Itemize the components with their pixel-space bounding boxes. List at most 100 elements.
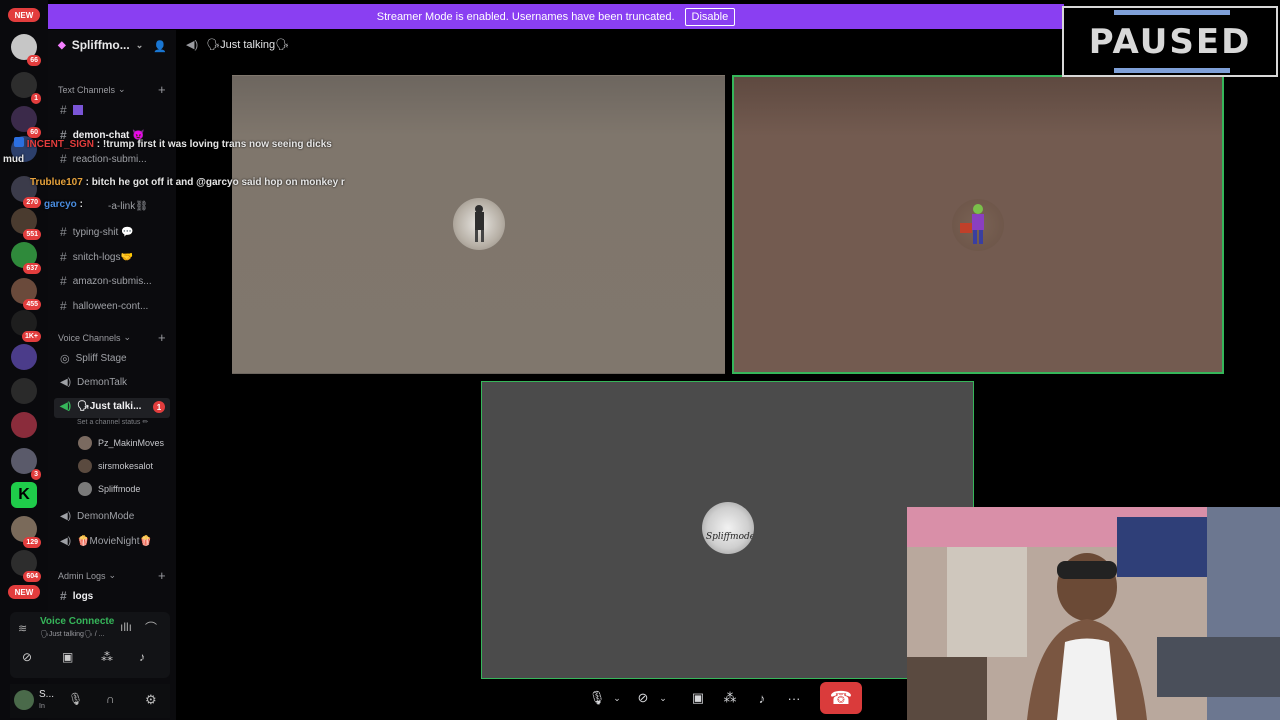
more-button[interactable]: ··· [786,686,802,710]
headset-icon[interactable]: ∩ [106,692,115,706]
decor-bar [1114,68,1230,73]
channel-item[interactable]: # typing-shit 💬 [60,225,134,239]
badge: 604 [23,571,41,582]
stage-icon: ◎ [60,353,70,365]
add-channel-icon[interactable]: + [158,330,166,345]
badge: 66 [27,55,41,66]
server-icon[interactable]: 66 [11,34,41,66]
webcam-image [907,507,1280,720]
channel-item[interactable]: # amazon-submis... [60,274,152,288]
voice-channel[interactable]: ◀) DemonMode [60,511,134,522]
voice-connected-subtitle[interactable]: 🗣Just talking🗣 / ... [40,630,104,638]
server-icon[interactable] [11,412,37,438]
user-name: S... [39,689,55,700]
server-icon[interactable] [11,378,37,404]
channel-label: 🗣Just talki... [77,401,142,412]
server-icon[interactable]: 129 [11,516,41,548]
category-text[interactable]: Text Channels ⌄ + [58,82,166,97]
mic-icon[interactable]: 🎙 [68,692,83,706]
more-icon: ··· [787,690,801,706]
avatar[interactable] [14,690,34,710]
chevron-down-icon: ⌄ [613,692,621,703]
server-icon[interactable]: 455 [11,278,41,310]
channel-item[interactable]: # halloween-cont... [60,299,148,313]
avatar [78,459,92,473]
category-admin[interactable]: Admin Logs ⌄ + [58,568,166,583]
guild-header[interactable]: ◆ Spliffmo... ⌄ [58,38,143,52]
channel-item[interactable]: # logs [60,589,93,603]
voice-member[interactable]: Spliffmode [78,482,140,496]
disconnect-icon[interactable]: ⌒ [145,619,157,636]
channel-status[interactable]: Set a channel status ✏ [77,418,148,426]
voice-channel[interactable]: ◀) DemonTalk [60,377,127,388]
soundboard-button[interactable]: ♪ [754,686,770,710]
voice-channel[interactable]: ◀) 🍿MovieNight🍿 [60,536,152,547]
activities-button[interactable]: ⁂ [722,686,738,710]
badge: 3 [31,469,41,480]
speaker-icon: ◀) [60,377,72,388]
channel-label: halloween-cont... [72,300,149,312]
camera-options-chevron[interactable]: ⌄ [658,686,668,710]
category-voice[interactable]: Voice Channels ⌄ + [58,330,166,345]
disconnect-button[interactable]: ☎ [820,682,862,714]
speaker-icon: ◀) [60,511,72,522]
screen-share-button[interactable]: ▣ [690,686,706,710]
server-icon[interactable]: 60 [11,106,41,138]
call-header: ◀) 🗣Just talking🗣 [186,38,289,51]
screen-share-icon[interactable]: ▣ [62,650,73,664]
chat-separator: : [82,177,92,188]
banner-text: Streamer Mode is enabled. Usernames have… [376,10,675,23]
kick-server-icon[interactable]: K [11,482,37,508]
badge: 129 [23,537,41,548]
voice-member[interactable]: Pz_MakinMoves [78,436,164,450]
hash-icon: # [60,250,67,264]
video-tile-speaking[interactable]: Spliffmode [481,381,974,679]
chat-prefix: mud [3,154,25,165]
voice-channel-stage[interactable]: ◎ Spliff Stage [60,352,127,365]
avatar [453,198,505,250]
voice-member[interactable]: sirsmokesalot [78,459,153,473]
hash-icon: # [60,225,67,239]
voice-channel-active[interactable]: ◀) 🗣Just talki... [60,401,141,412]
chat-message: bitch he got off it and @garcyo said hop… [91,177,345,188]
category-label: Voice Channels [58,332,121,343]
server-icon[interactable]: 1 [11,72,41,104]
channel-label: logs [72,590,94,602]
video-tile-speaking[interactable] [732,75,1224,374]
badge: 1K+ [21,331,41,342]
add-channel-icon[interactable]: + [158,82,166,97]
noise-icon[interactable]: ıllı [120,620,132,634]
streamer-webcam [907,507,1280,720]
server-icon[interactable]: 604 [11,550,41,582]
gear-icon[interactable]: ⚙ [145,692,157,708]
camera-off-icon: ⊘ [637,690,649,705]
avatar [78,436,92,450]
add-channel-icon[interactable]: + [158,568,166,583]
channel-item[interactable]: # snitch-logs🤝 [60,250,133,264]
call-channel-name: 🗣Just talking🗣 [206,39,290,51]
mic-options-chevron[interactable]: ⌄ [612,686,622,710]
signal-icon: ≋ [18,623,28,635]
server-icon[interactable]: 3 [11,448,41,480]
member-name: sirsmokesalot [98,461,154,471]
hash-icon: # [60,274,67,288]
video-tile[interactable] [232,75,725,374]
soundboard-icon[interactable]: ♪ [139,650,145,664]
camera-button[interactable]: ⊘ [635,686,651,710]
invite-icon[interactable]: 👤 [153,40,167,53]
server-icon[interactable] [11,344,37,370]
avatar [952,199,1004,251]
server-icon[interactable]: 1K+ [11,310,41,342]
mic-button[interactable]: 🎙 [589,686,606,710]
camera-off-icon[interactable]: ⊘ [22,650,32,664]
server-icon[interactable]: 551 [11,208,41,240]
server-icon[interactable]: 637 [11,242,41,274]
category-label: Admin Logs [58,570,106,581]
channel-item[interactable]: # reaction-submi... [60,152,147,166]
channel-item[interactable]: # [60,103,83,117]
channel-item[interactable]: -a-link⛓ [108,201,148,212]
mention-badge: 1 [153,401,165,413]
disable-button[interactable]: Disable [684,7,736,26]
activity-icon[interactable]: ⁂ [101,650,113,664]
category-label: Text Channels [58,84,116,95]
